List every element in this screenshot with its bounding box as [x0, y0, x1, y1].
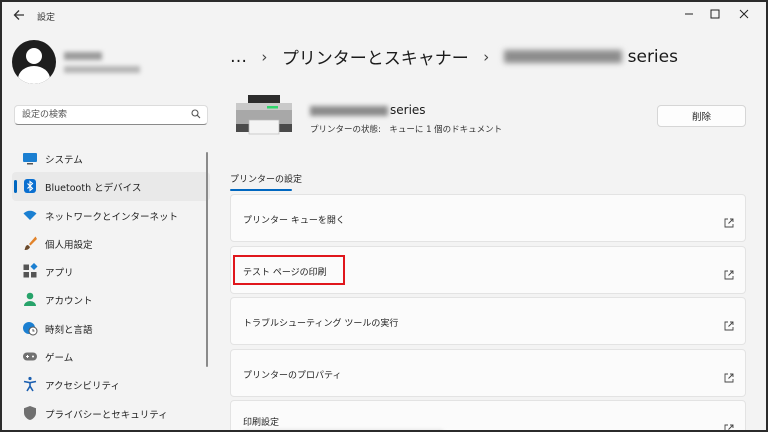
sidebar-item-privacy[interactable]: プライバシーとセキュリティ — [12, 399, 210, 427]
sidebar-item-personalization[interactable]: 個人用設定 — [12, 229, 210, 257]
sidebar-item-apps[interactable]: アプリ — [12, 257, 210, 285]
close-icon[interactable] — [732, 6, 756, 24]
sidebar-item-gaming[interactable]: ゲーム — [12, 342, 210, 370]
card-print-test-page[interactable]: テスト ページの印刷 — [230, 245, 746, 294]
user-email-redacted — [64, 66, 140, 73]
system-display-icon — [22, 150, 38, 166]
sidebar-item-label: アカウント — [45, 296, 93, 308]
tab-label: プリンターの設定 — [230, 175, 303, 185]
search-icon[interactable] — [191, 109, 201, 122]
avatar — [12, 40, 56, 84]
card-label: プリンター キューを開く — [243, 216, 345, 226]
app-title: 設定 — [37, 13, 56, 23]
minimize-icon[interactable] — [677, 6, 701, 24]
breadcrumb-printers-scanners[interactable]: プリンターとスキャナー — [282, 44, 469, 69]
user-name-redacted — [64, 52, 102, 60]
title-bar: 設定 — [2, 2, 766, 30]
sidebar-scrollbar[interactable] — [206, 152, 208, 367]
open-external-icon — [724, 213, 734, 228]
sidebar-item-time-language[interactable]: 時刻と言語 — [12, 314, 210, 342]
chevron-right-icon: › — [483, 47, 490, 66]
printer-name: series — [310, 103, 426, 117]
settings-window: 設定 システム — [2, 2, 766, 430]
sidebar-item-label: システム — [45, 155, 83, 166]
open-external-icon — [724, 368, 734, 382]
search-input[interactable] — [22, 108, 182, 122]
user-profile[interactable] — [12, 40, 202, 92]
breadcrumb: … › プリンターとスキャナー › series — [230, 44, 678, 70]
card-open-queue[interactable]: プリンター キューを開く — [230, 194, 746, 242]
sidebar-item-label: 時刻と言語 — [45, 324, 93, 336]
breadcrumb-current-page: series — [627, 46, 678, 67]
tab-active-underline — [230, 189, 292, 191]
printer-model-redacted — [310, 105, 388, 116]
card-printer-properties[interactable]: プリンターのプロパティ — [230, 348, 746, 397]
brush-icon — [22, 235, 38, 251]
sidebar-item-label: ネットワークとインターネット — [45, 211, 179, 223]
sidebar-item-label: プライバシーとセキュリティ — [45, 409, 168, 421]
maximize-icon[interactable] — [703, 6, 727, 24]
sidebar-item-accounts[interactable]: アカウント — [12, 285, 210, 313]
sidebar-item-label: ゲーム — [45, 353, 74, 365]
sidebar-nav: システム Bluetooth とデバイス ネットワークとインターネット 個人用設… — [12, 144, 210, 427]
accessibility-icon — [22, 376, 38, 392]
sidebar-item-accessibility[interactable]: アクセシビリティ — [12, 370, 210, 398]
sidebar-item-label: Bluetooth とデバイス — [45, 183, 142, 195]
sidebar-item-system[interactable]: システム — [12, 144, 210, 172]
sidebar-item-label: アクセシビリティ — [45, 381, 120, 393]
sidebar-item-network[interactable]: ネットワークとインターネット — [12, 201, 210, 229]
search-box[interactable] — [14, 105, 208, 125]
bluetooth-icon — [22, 178, 38, 194]
sidebar-item-bluetooth[interactable]: Bluetooth とデバイス — [12, 172, 210, 201]
printer-status: プリンターの状態: キューに 1 個のドキュメント — [310, 125, 503, 135]
open-external-icon — [724, 316, 734, 331]
open-external-icon — [724, 419, 734, 430]
open-external-icon — [724, 265, 734, 279]
card-label: プリンターのプロパティ — [243, 370, 342, 381]
gamepad-icon — [22, 348, 38, 364]
active-indicator — [14, 180, 17, 194]
card-label: 印刷設定 — [243, 418, 280, 428]
card-label: テスト ページの印刷 — [243, 267, 327, 278]
card-printing-preferences[interactable]: 印刷設定 — [230, 400, 746, 430]
printer-name-suffix: series — [390, 103, 426, 117]
printer-model-redacted — [503, 50, 622, 63]
card-label: トラブルシューティング ツールの実行 — [243, 319, 399, 329]
shield-icon — [22, 405, 38, 421]
account-icon — [22, 291, 38, 307]
chevron-right-icon: › — [261, 47, 268, 66]
breadcrumb-more[interactable]: … — [230, 47, 247, 67]
wifi-icon — [22, 207, 38, 223]
back-arrow-icon[interactable] — [11, 8, 27, 24]
settings-card-list: プリンター キューを開く テスト ページの印刷 トラブルシューティング ツールの… — [230, 194, 746, 430]
printer-icon — [234, 94, 294, 136]
apps-icon — [22, 263, 38, 279]
sidebar-item-label: アプリ — [45, 268, 74, 280]
globe-clock-icon — [22, 320, 38, 336]
card-run-troubleshooter[interactable]: トラブルシューティング ツールの実行 — [230, 297, 746, 345]
sidebar-item-label: 個人用設定 — [45, 239, 93, 251]
delete-button[interactable]: 削除 — [657, 105, 746, 127]
